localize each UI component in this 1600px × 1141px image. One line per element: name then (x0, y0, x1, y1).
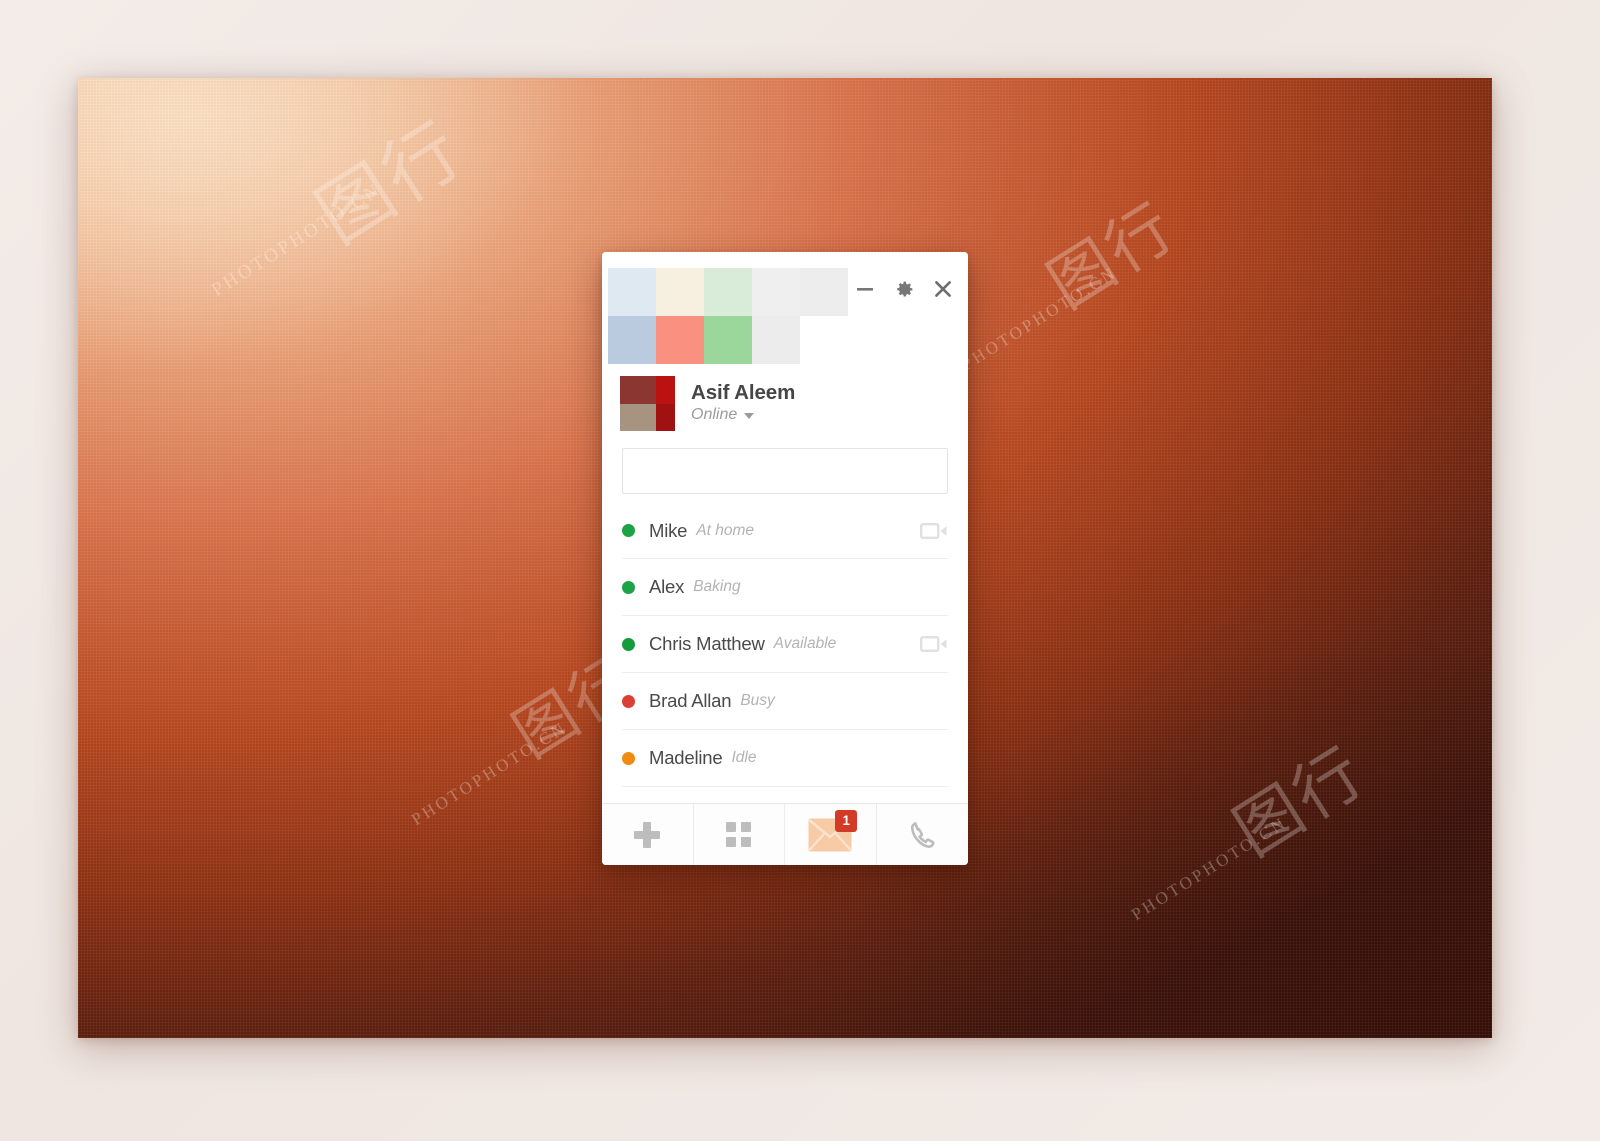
gear-icon (896, 281, 912, 296)
contact-name: Alex (649, 576, 685, 597)
watermark-glyph-1: 图行 (302, 105, 479, 261)
swatch-top-1 (656, 268, 704, 316)
messages-button[interactable]: 1 (785, 804, 877, 865)
avatar (620, 375, 675, 431)
swatch-bottom-1 (656, 316, 704, 364)
phone-icon (911, 821, 935, 848)
swatch-bottom-2 (704, 316, 752, 364)
watermark-text-3: PHOTOPHOTO.CN (408, 717, 571, 830)
plus-icon (634, 821, 661, 848)
apps-grid-button[interactable] (693, 804, 785, 865)
user-name: Asif Aleem (691, 380, 796, 404)
swatch-top-2 (704, 268, 752, 316)
contact-row[interactable]: Chris Matthew Available (622, 616, 948, 673)
minimize-icon (857, 288, 873, 291)
avatar-cell-top-left (620, 375, 656, 404)
search-area (602, 440, 968, 502)
status-dot (622, 524, 635, 537)
contact-name: Mike (649, 519, 688, 541)
watermark-text-1: PHOTOPHOTO.CN (208, 179, 386, 301)
status-dot (622, 751, 635, 765)
avatar-cell-bottom-left (620, 403, 656, 431)
status-dot (622, 637, 635, 651)
camera-glyph (920, 636, 947, 653)
window-titlebar (602, 252, 968, 366)
swatch-bottom-4 (800, 316, 848, 364)
page-background: 图行 PHOTOPHOTO.CN 图行 PHOTOPHOTO.CN 图行 PHO… (0, 0, 1600, 1141)
swatch-top-4 (800, 268, 848, 316)
contact-name: Brad Allan (649, 690, 732, 711)
contact-status: Baking (693, 578, 741, 595)
avatar-cell-bottom-right (656, 403, 675, 431)
close-icon (935, 281, 951, 297)
watermark-glyph-4: 图行 (1220, 732, 1379, 872)
message-count-badge: 1 (835, 809, 858, 832)
contact-row[interactable]: Madeline Idle (622, 730, 948, 787)
swatch-top-3 (752, 268, 800, 316)
contact-name: Chris Matthew (649, 633, 765, 654)
chat-window[interactable]: Asif Aleem Online Mike At home Alex Baking C… (602, 252, 968, 865)
grid-cell (726, 822, 737, 832)
mail-wrapper: 1 (807, 809, 858, 852)
search-input[interactable] (622, 448, 948, 494)
bottom-toolbar: 1 (602, 803, 968, 865)
minimize-button[interactable] (854, 278, 876, 300)
add-contact-button[interactable] (602, 804, 694, 865)
color-swatch-grid (608, 268, 848, 364)
presence-label: Online (691, 406, 738, 424)
close-button[interactable] (932, 278, 954, 300)
contact-row[interactable]: Brad Allan Busy (622, 673, 948, 730)
contact-status: Idle (731, 749, 757, 766)
swatch-bottom-3 (752, 316, 800, 364)
video-call-icon[interactable] (920, 521, 948, 541)
contact-row[interactable]: Alex Baking (622, 559, 948, 616)
window-controls (854, 274, 954, 304)
grid-cell (726, 837, 737, 847)
watermark-glyph-2: 图行 (1035, 189, 1189, 324)
status-dot (622, 694, 635, 708)
video-call-icon[interactable] (920, 634, 948, 654)
settings-button[interactable] (893, 278, 915, 300)
call-button[interactable] (876, 804, 968, 865)
contact-status: Busy (740, 692, 775, 709)
grid-cell (741, 822, 752, 832)
watermark-text-2: PHOTOPHOTO.CN (958, 262, 1121, 375)
swatch-bottom-0 (608, 316, 656, 364)
grid-icon (726, 822, 752, 847)
grid-cell (741, 837, 752, 847)
avatar-cell-top-right (656, 375, 675, 404)
watermark-text-4: PHOTOPHOTO.CN (1128, 812, 1291, 925)
swatch-top-0 (608, 268, 656, 316)
camera-glyph (920, 522, 947, 539)
identity-text: Asif Aleem Online (691, 380, 796, 425)
contact-list[interactable]: Mike At home Alex Baking Chris Matthew Availa… (602, 502, 968, 803)
contact-status: At home (696, 521, 754, 539)
status-dot (622, 580, 635, 594)
presence-selector[interactable]: Online (691, 406, 795, 424)
user-profile-row[interactable]: Asif Aleem Online (602, 366, 968, 440)
contact-status: Available (773, 635, 837, 652)
contact-row[interactable]: Mike At home (622, 502, 948, 559)
chevron-down-icon (744, 413, 755, 420)
contact-name: Madeline (649, 747, 723, 768)
